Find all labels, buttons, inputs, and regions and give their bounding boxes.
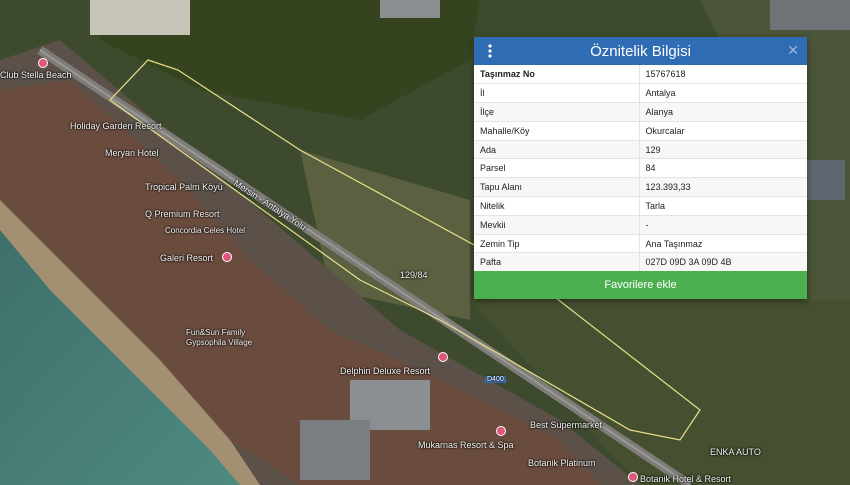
attribute-key: Pafta — [474, 252, 640, 273]
attribute-value: 129 — [639, 140, 807, 160]
attribute-key: Parsel — [474, 158, 640, 179]
attribute-value: 123.393,33 — [639, 177, 807, 198]
table-row: Pafta 027D 09D 3A 09D 4B — [474, 252, 807, 273]
table-row: Nitelik Tarla — [474, 196, 807, 216]
attribute-key: Taşınmaz No — [474, 65, 640, 85]
panel-title: Öznitelik Bilgisi — [590, 43, 691, 60]
place-label: Tropical Palm Köyü — [145, 182, 223, 192]
attribute-value: Ana Taşınmaz — [639, 234, 807, 254]
attribute-value: Antalya — [639, 83, 807, 104]
close-icon[interactable]: ✕ — [787, 42, 799, 59]
place-label: Botanik Hotel & Resort — [640, 474, 732, 484]
road-badge: D400 — [485, 376, 506, 383]
attribute-value: 15767618 — [639, 65, 807, 85]
attribute-value: Alanya — [639, 102, 807, 122]
place-pin-icon[interactable] — [222, 252, 232, 262]
place-label: Best Supermarket — [530, 420, 603, 430]
attribute-key: Mevkii — [474, 215, 640, 235]
place-pin-icon[interactable] — [38, 58, 48, 68]
attribute-value: Tarla — [639, 196, 807, 216]
attribute-value: - — [639, 215, 807, 235]
place-label: Q Premium Resort — [145, 209, 220, 219]
attribute-table: Taşınmaz No 15767618 İl Antalya İlçe Alanya… — [474, 65, 807, 273]
place-label: Galeri Resort — [160, 253, 214, 263]
place-pin-icon[interactable] — [438, 352, 448, 362]
place-label: ENKA AUTO — [710, 447, 761, 457]
attribute-value: Okurcalar — [639, 121, 807, 141]
table-row: İl Antalya — [474, 83, 807, 104]
attribute-key: Mahalle/Köy — [474, 121, 640, 141]
place-label: Meryan Hotel — [105, 148, 159, 158]
attribute-key: İlçe — [474, 102, 640, 122]
parcel-label: 129/84 — [400, 270, 428, 280]
table-row: Mevkii - — [474, 215, 807, 235]
place-label: Mukarnas Resort & Spa — [418, 440, 514, 450]
attribute-key: Tapu Alanı — [474, 177, 640, 198]
place-label: Fun&Sun Family Gypsophila Village — [186, 328, 253, 347]
table-row: İlçe Alanya — [474, 102, 807, 122]
place-label: Club Stella Beach — [0, 70, 72, 80]
place-pin-icon[interactable] — [628, 472, 638, 482]
panel-header: Öznitelik Bilgisi ✕ — [474, 37, 807, 65]
place-pin-icon[interactable] — [496, 426, 506, 436]
attribute-key: Zemin Tip — [474, 234, 640, 254]
attribute-value: 84 — [639, 158, 807, 179]
table-row: Parsel 84 — [474, 158, 807, 179]
place-label: Holiday Garden Resort — [70, 121, 162, 131]
add-to-favorites-button[interactable]: Favorilere ekle — [474, 271, 807, 299]
attribute-key: Ada — [474, 140, 640, 160]
table-row: Ada 129 — [474, 140, 807, 160]
table-row: Taşınmaz No 15767618 — [474, 65, 807, 85]
table-row: Mahalle/Köy Okurcalar — [474, 121, 807, 141]
place-label: Concordia Celes Hotel — [165, 226, 246, 235]
table-row: Zemin Tip Ana Taşınmaz — [474, 234, 807, 254]
attribute-key: İl — [474, 83, 640, 104]
table-row: Tapu Alanı 123.393,33 — [474, 177, 807, 198]
place-label: Botanik Platinum — [528, 458, 596, 468]
attribute-key: Nitelik — [474, 196, 640, 216]
place-label: Delphin Deluxe Resort — [340, 366, 431, 376]
attribute-value: 027D 09D 3A 09D 4B — [639, 252, 807, 273]
attribute-info-panel: Öznitelik Bilgisi ✕ Taşınmaz No 15767618 … — [474, 37, 807, 299]
